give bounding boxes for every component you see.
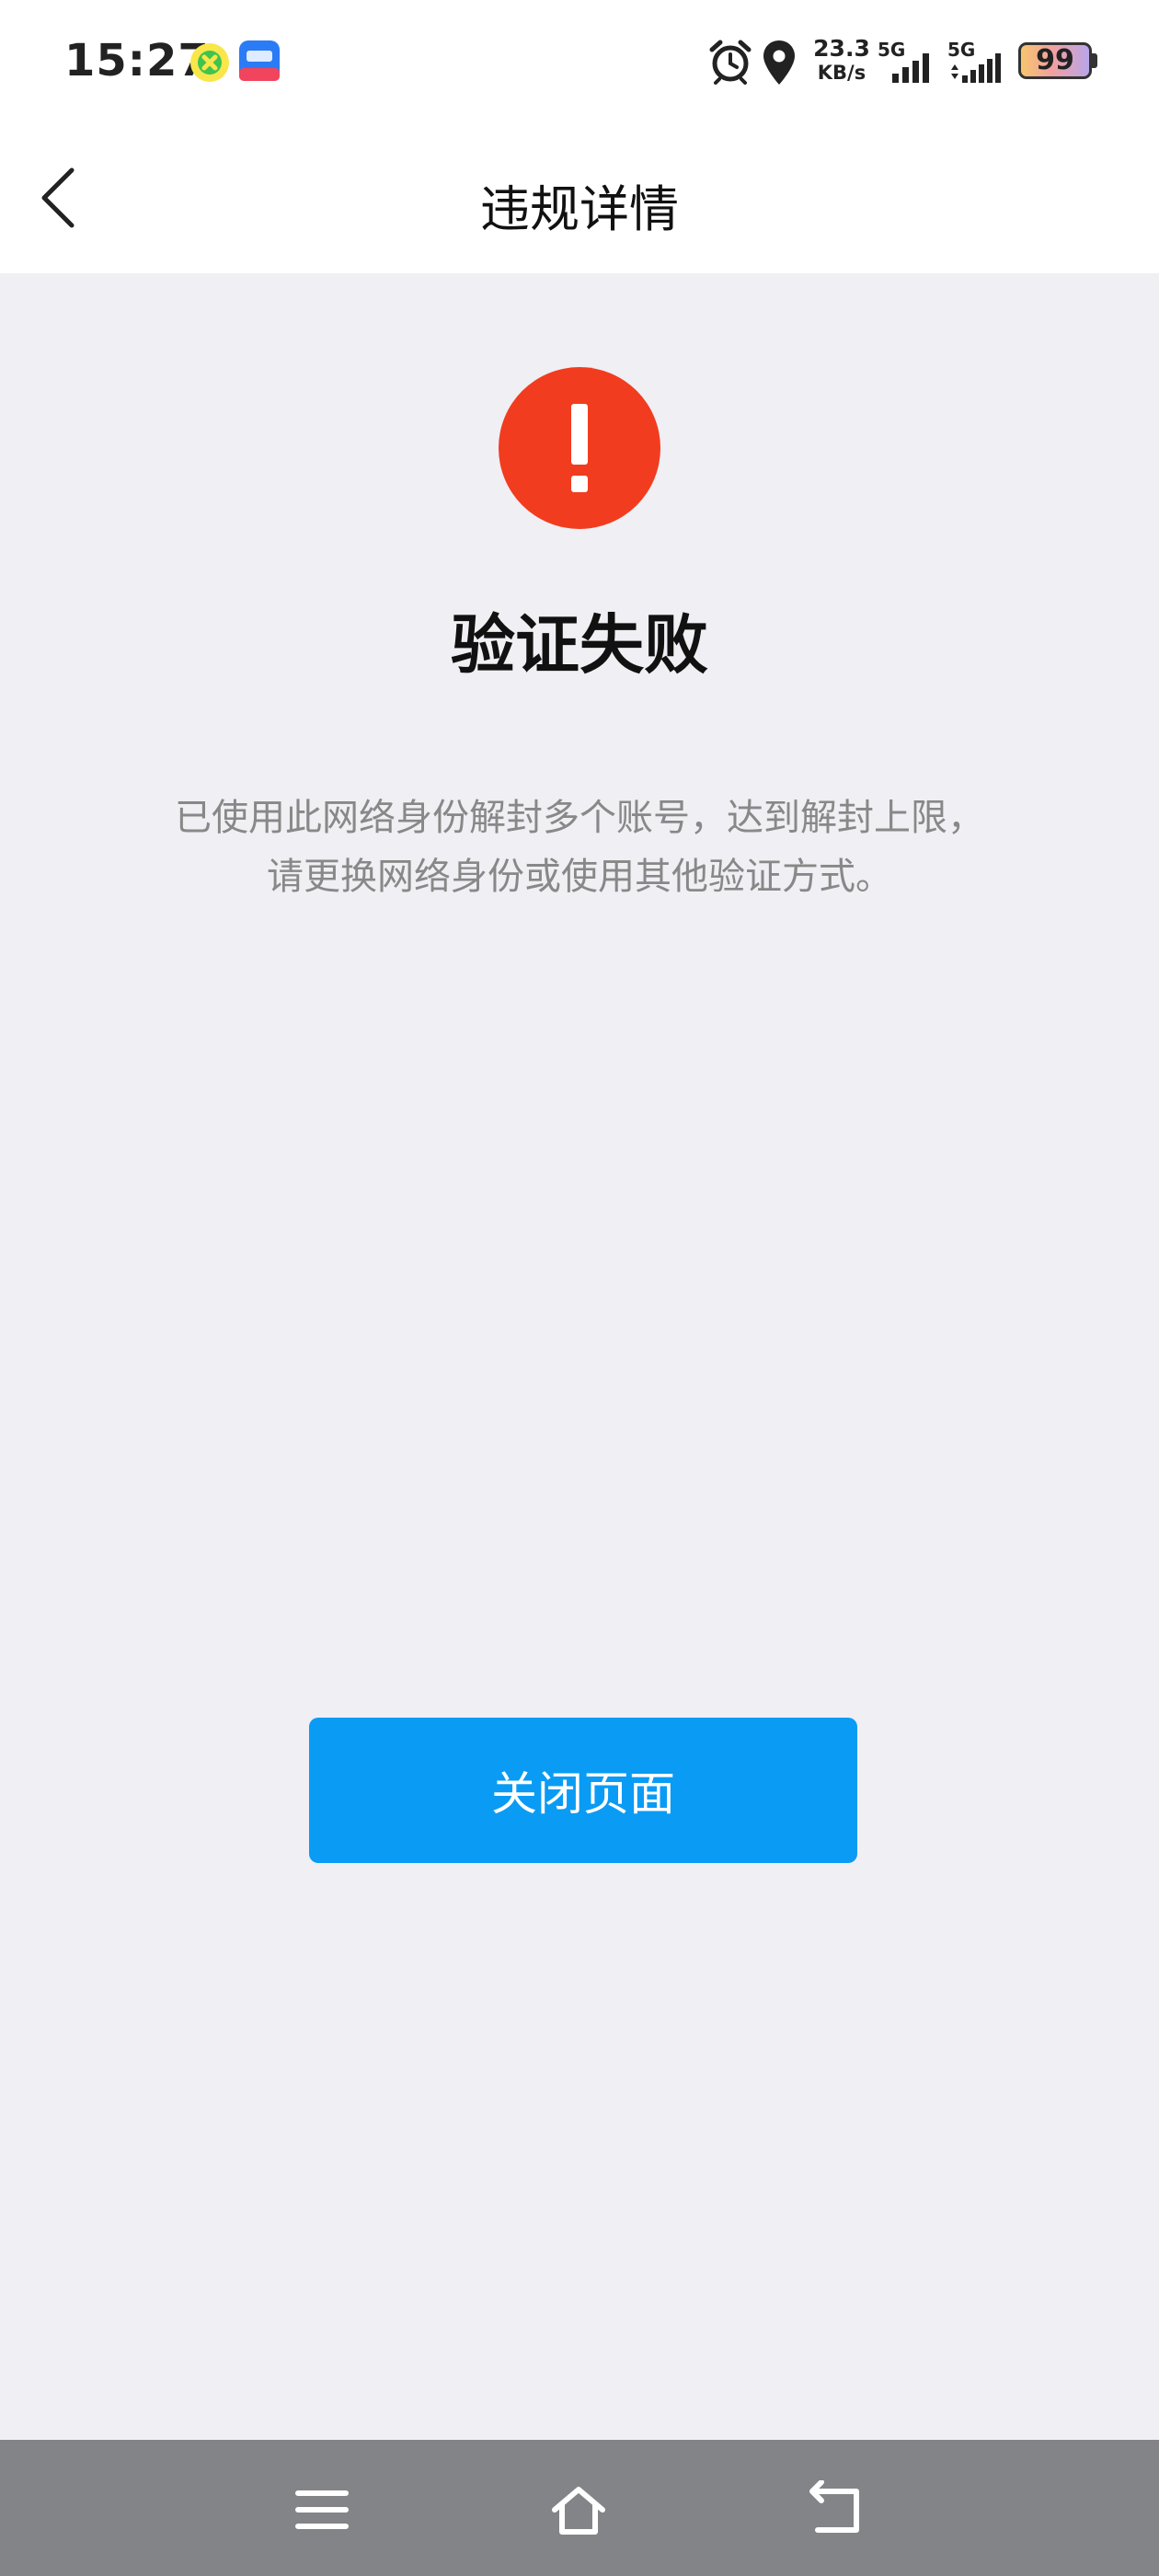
battery-level: 99: [1036, 44, 1074, 76]
close-page-button[interactable]: 关闭页面: [309, 1718, 857, 1863]
haluo-app-icon: [239, 40, 280, 81]
result-title: 验证失败: [451, 607, 708, 683]
network-speed-unit: KB/s: [817, 62, 866, 84]
qq-music-app-icon: [190, 43, 229, 82]
signal-indicator-1: 5G: [878, 39, 938, 86]
battery-tip: [1092, 53, 1097, 68]
location-icon: [763, 40, 795, 85]
system-navigation-bar: [0, 2440, 1159, 2576]
home-icon[interactable]: [549, 2480, 608, 2539]
nav-bar: 违规详情: [0, 124, 1159, 273]
menu-icon[interactable]: [293, 2480, 351, 2539]
result-content: 验证失败 已使用此网络身份解封多个账号，达到解封上限，请更换网络身份或使用其他验…: [0, 273, 1159, 2440]
result-message: 已使用此网络身份解封多个账号，达到解封上限，请更换网络身份或使用其他验证方式。: [175, 797, 984, 898]
network-speed-value: 23.3: [813, 35, 870, 62]
exclamation-circle-icon: [499, 367, 660, 529]
status-bar: 15:27 23.3 KB/s 5G 5G 99: [0, 0, 1159, 124]
alarm-icon: [709, 40, 752, 85]
network-speed: 23.3 KB/s: [809, 37, 874, 83]
battery-icon: 99: [1018, 42, 1092, 79]
back-icon[interactable]: [807, 2480, 866, 2539]
page-title: 违规详情: [480, 180, 679, 238]
signal-indicator-2: 5G: [947, 39, 1008, 86]
signal-icon: [951, 53, 1001, 83]
signal-icon: [892, 53, 929, 83]
